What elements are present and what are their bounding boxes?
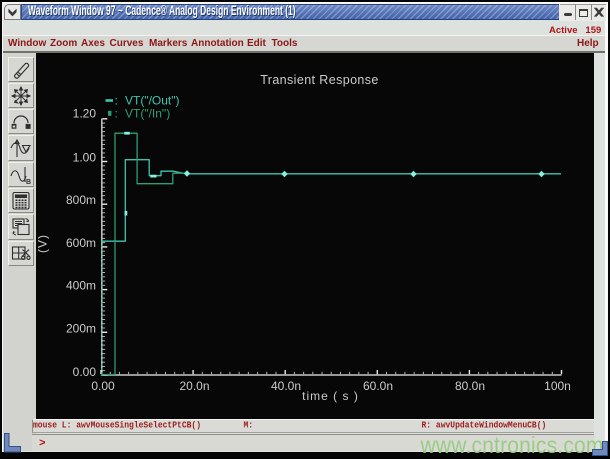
svg-text:200m: 200m (65, 321, 95, 335)
svg-text:60.0n: 60.0n (362, 379, 392, 393)
svg-text:1.00: 1.00 (72, 150, 96, 164)
svg-text:VT("/Out"): VT("/Out") (125, 93, 180, 107)
svg-text::: : (114, 93, 117, 107)
svg-text:time ( s ): time ( s ) (302, 389, 359, 403)
svg-text:800m: 800m (65, 193, 95, 207)
svg-text:0.00: 0.00 (91, 379, 115, 393)
svg-text:(V): (V) (36, 234, 50, 253)
svg-text:20.0n: 20.0n (179, 379, 209, 393)
svg-text:100n: 100n (544, 379, 571, 393)
svg-text:0.00: 0.00 (72, 364, 96, 378)
svg-text::: : (114, 106, 117, 120)
svg-text:B: B (26, 179, 31, 186)
svg-text:600m: 600m (65, 236, 95, 250)
svg-text:1.20: 1.20 (72, 106, 96, 120)
svg-text:80.0n: 80.0n (454, 379, 484, 393)
svg-text:400m: 400m (65, 278, 95, 292)
svg-text:Transient Response: Transient Response (260, 73, 379, 87)
svg-text:VT("/In"): VT("/In") (125, 106, 170, 120)
svg-text:40.0n: 40.0n (270, 379, 300, 393)
